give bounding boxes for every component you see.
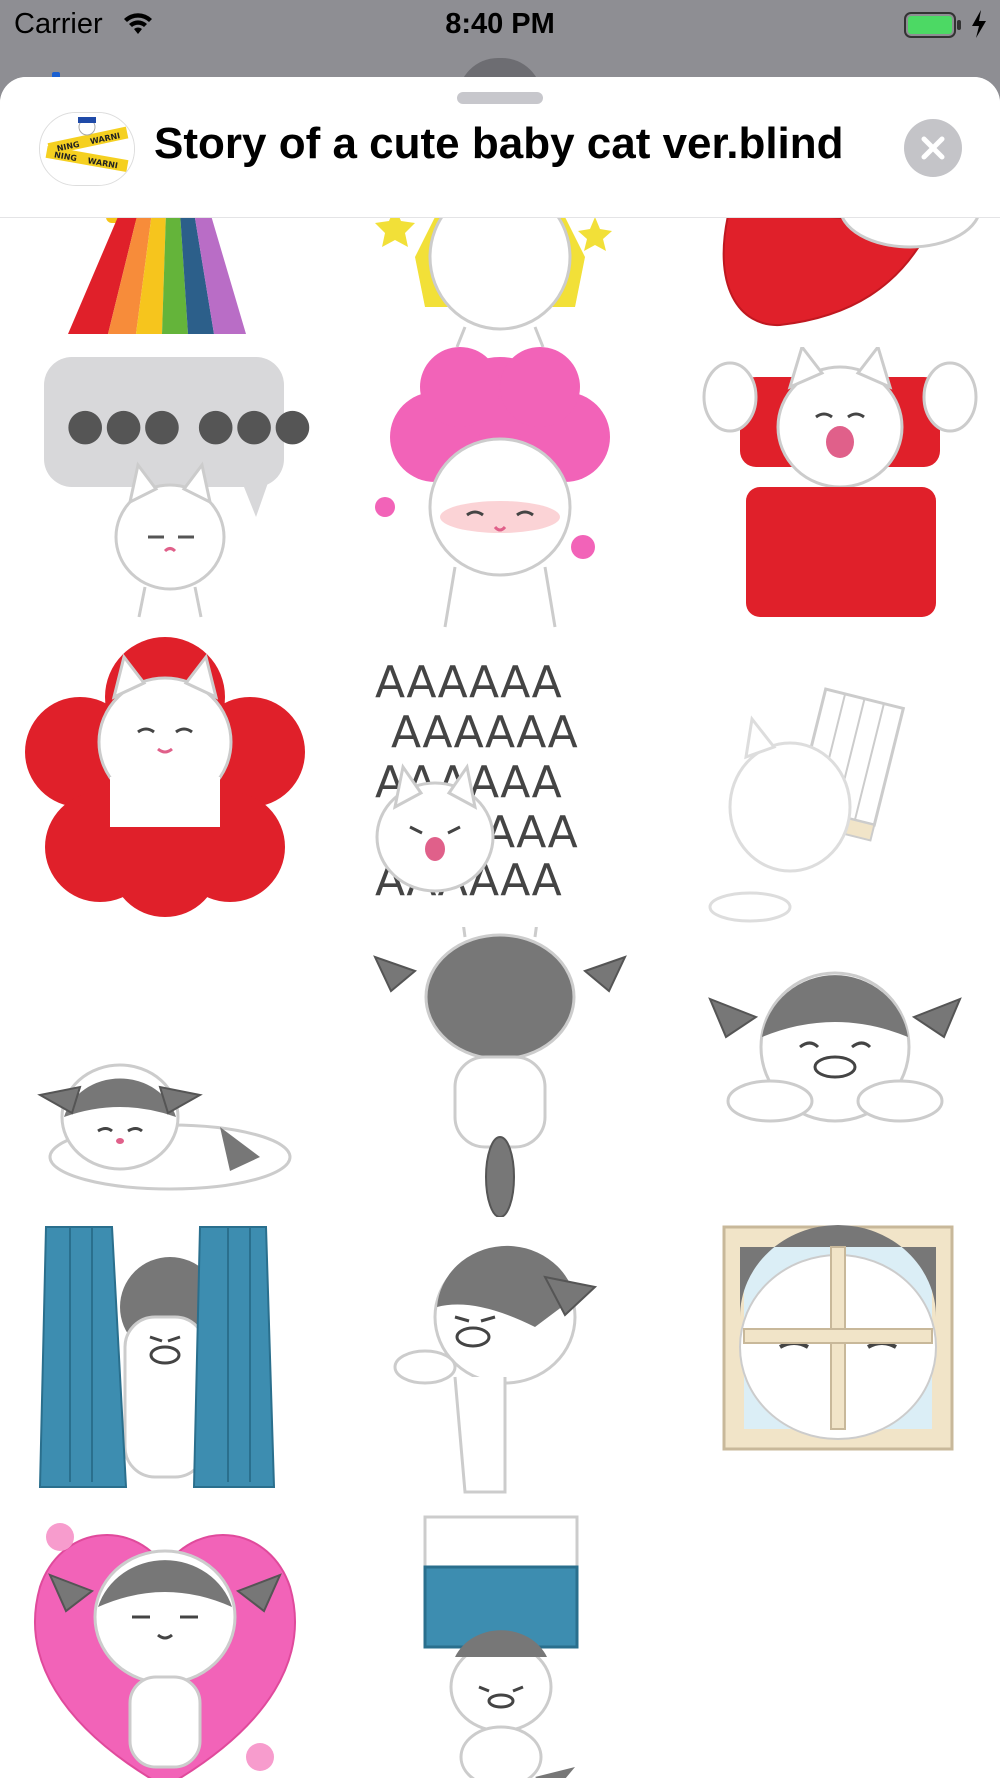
close-icon — [921, 136, 945, 160]
scream-text-2: AAAAAA — [391, 707, 578, 758]
sheet-title: Story of a cute baby cat ver.blind — [154, 119, 844, 168]
sticker-speech-bubble-cat[interactable]: ●●● ●●●. — [20, 347, 310, 637]
sticker-cat-back-view[interactable] — [355, 927, 645, 1217]
sticker-cat-window[interactable] — [690, 1217, 980, 1507]
battery-icon — [904, 12, 961, 38]
sheet-grabber[interactable] — [457, 92, 543, 104]
sticker-cat-lying-down[interactable] — [20, 927, 310, 1217]
sticker-pack-icon[interactable]: NING WARNI NING WARNI — [39, 112, 135, 186]
sticker-cat-sparkle[interactable] — [355, 217, 645, 347]
sticker-cat-peeking-side[interactable] — [355, 1217, 645, 1507]
sticker-sheet: NING WARNI NING WARNI Story of a cute ba… — [0, 77, 1000, 1778]
close-button[interactable] — [904, 119, 962, 177]
sticker-cat-pink-heart[interactable] — [20, 1507, 310, 1778]
charging-bolt-icon — [972, 10, 986, 38]
sticker-grid: ●●● ●●●. AAAAAA AAAAAA — [0, 217, 1000, 1778]
sticker-cat-between-curtains[interactable] — [20, 1217, 310, 1507]
sticker-cat-peeking-grin[interactable] — [690, 927, 980, 1217]
sticker-cat-red-flower[interactable] — [20, 637, 310, 927]
scream-text-1: AAAAAA — [375, 657, 562, 708]
bubble-dots: ●●● ●●●. — [66, 399, 310, 450]
sticker-red-heart[interactable] — [690, 217, 980, 347]
sticker-cat-blind-curtain[interactable] — [690, 637, 980, 927]
sheet-header: NING WARNI NING WARNI Story of a cute ba… — [0, 77, 1000, 218]
status-bar: Carrier 8:40 PM — [0, 0, 1000, 98]
sticker-screaming-cat[interactable]: AAAAAA AAAAAA AAAAAA AAAAAA AAAAAA — [355, 637, 645, 927]
sticker-pink-afro-cat[interactable] — [355, 347, 645, 637]
sticker-cat-red-sofa[interactable] — [690, 347, 980, 637]
sticker-rainbow[interactable] — [20, 217, 310, 347]
clock: 8:40 PM — [445, 8, 555, 40]
sticker-cat-holding-box[interactable] — [355, 1507, 645, 1778]
